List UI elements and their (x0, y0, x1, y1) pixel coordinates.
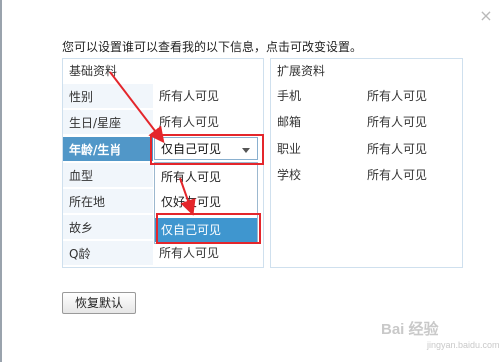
watermark-main: Bai 经验 (381, 321, 439, 338)
option-only-me[interactable]: 仅自己可见 (155, 218, 257, 242)
row-birthday[interactable]: 生日/星座 所有人可见 (63, 109, 263, 135)
row-label: 手机 (277, 89, 302, 103)
row-label: 血型 (63, 163, 153, 187)
extended-info-panel: 扩展资料 手机 所有人可见 邮箱 所有人可见 职业 所有人可见 学校 所有人可见 (270, 58, 463, 268)
row-value[interactable]: 所有人可见 (367, 162, 427, 188)
row-label: 职业 (277, 142, 302, 156)
row-label: 学校 (277, 168, 302, 182)
option-friends-only[interactable]: 仅好友可见 (155, 190, 257, 214)
row-label: 性别 (63, 84, 153, 108)
row-label: 故乡 (63, 215, 153, 239)
row-value[interactable]: 所有人可见 (159, 83, 219, 109)
row-value[interactable]: 所有人可见 (367, 109, 427, 135)
chevron-down-icon[interactable] (242, 148, 250, 153)
instruction-text: 您可以设置谁可以查看我的以下信息，点击可改变设置。 (62, 40, 363, 54)
option-everyone[interactable]: 所有人可见 (155, 165, 257, 189)
row-email[interactable]: 邮箱 所有人可见 (271, 109, 462, 135)
row-label: 邮箱 (277, 115, 302, 129)
close-icon[interactable]: × (476, 6, 496, 26)
row-phone[interactable]: 手机 所有人可见 (271, 83, 462, 109)
row-label: 生日/星座 (63, 110, 153, 134)
select-value: 仅自己可见 (161, 142, 222, 156)
watermark: Bai 经验 jingyan.baidu.com (381, 318, 500, 358)
basic-info-title: 基础资料 (69, 64, 118, 78)
row-school[interactable]: 学校 所有人可见 (271, 162, 462, 188)
row-value[interactable]: 所有人可见 (367, 136, 427, 162)
row-value[interactable]: 所有人可见 (159, 109, 219, 135)
row-label: 所在地 (63, 189, 153, 213)
watermark-sub: jingyan.baidu.com (427, 340, 500, 350)
row-label: Q龄 (63, 241, 153, 265)
row-label: 年龄/生肖 (63, 137, 153, 161)
privacy-dialog: × 您可以设置谁可以查看我的以下信息，点击可改变设置。 基础资料 性别 所有人可… (0, 0, 500, 362)
visibility-dropdown-menu: 所有人可见 仅好友可见 仅自己可见 (154, 162, 258, 244)
row-gender[interactable]: 性别 所有人可见 (63, 83, 263, 109)
row-occupation[interactable]: 职业 所有人可见 (271, 136, 462, 162)
visibility-select[interactable]: 仅自己可见 (154, 137, 258, 160)
reset-default-button[interactable]: 恢复默认 (62, 292, 136, 314)
row-value[interactable]: 所有人可见 (367, 83, 427, 109)
extended-info-title: 扩展资料 (277, 64, 326, 78)
